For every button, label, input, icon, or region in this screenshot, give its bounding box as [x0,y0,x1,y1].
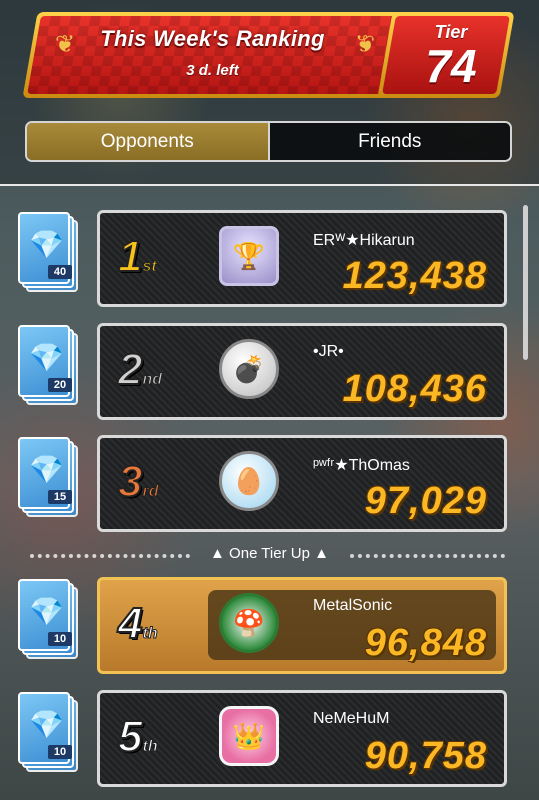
ranking-row-self[interactable]: 💎 10 4th 🍄 MetalSonic 96,848 [0,577,539,677]
bullet-bill-icon: 💣 [219,339,279,399]
ranking-row[interactable]: 💎 15 3rd 🥚 ᵖʷᶠʳ★ThOmas 97,029 [0,435,539,535]
ranking-banner [22,12,403,98]
banner-title: This Week's Ranking [100,26,325,51]
reward-card-stack: 💎 15 [18,437,82,519]
reward-card-stack: 💎 20 [18,325,82,407]
player-score: 96,848 [364,622,487,664]
tab-friends[interactable]: Friends [269,123,510,160]
tier-number: 74 [425,40,477,92]
gem-icon: 💎 [29,596,64,627]
yoshi-egg-icon: 🥚 [219,451,279,511]
player-name: NeMeHuM [313,710,390,727]
treasure-chest-icon: 💎 [29,229,64,260]
header-divider [0,184,539,186]
gem-icon: 💎 [29,709,64,740]
ranking-tabs: Opponents Friends [25,121,512,162]
reward-card-stack: 💎 10 [18,692,82,774]
mario-emblem-icon: 🍄 [219,593,279,653]
rank-label: 1st [117,231,157,282]
peach-emblem-icon: 👑 [219,706,279,766]
player-score: 90,758 [364,735,487,777]
player-score: 97,029 [364,480,487,522]
reward-card-stack: 💎 40 [18,212,82,294]
reward-count: 10 [48,632,72,646]
player-name: •JR• [313,343,344,360]
rank-label: 3rd [117,456,159,507]
time-left: 3 d. left [186,62,239,79]
rank-label: 5th [117,711,158,762]
gem-icon: 💎 [29,342,64,373]
rank-label: 4th [117,598,158,649]
reward-count: 15 [48,490,72,504]
ranking-row[interactable]: 💎 20 2nd 💣 •JR• 108,436 [0,323,539,423]
gem-icon: 💎 [29,454,64,485]
reward-count: 20 [48,378,72,392]
player-name: ERᵂ★Hikarun [313,232,415,249]
player-score: 123,438 [342,255,487,297]
tier-up-dots-right [350,554,505,558]
reward-count: 10 [48,745,72,759]
trophy-top10-icon: 🏆 [219,226,279,286]
ranking-row[interactable]: 💎 40 1st 🏆 ERᵂ★Hikarun 123,438 [0,210,539,310]
player-score: 108,436 [342,368,487,410]
tab-opponents[interactable]: Opponents [27,123,268,160]
player-name: MetalSonic [313,597,393,614]
reward-card-stack: 💎 10 [18,579,82,661]
reward-count: 40 [48,265,72,279]
rank-label: 2nd [117,344,163,395]
ranking-row[interactable]: 💎 10 5th 👑 NeMeHuM 90,758 [0,690,539,790]
player-name: ᵖʷᶠʳ★ThOmas [313,457,410,474]
